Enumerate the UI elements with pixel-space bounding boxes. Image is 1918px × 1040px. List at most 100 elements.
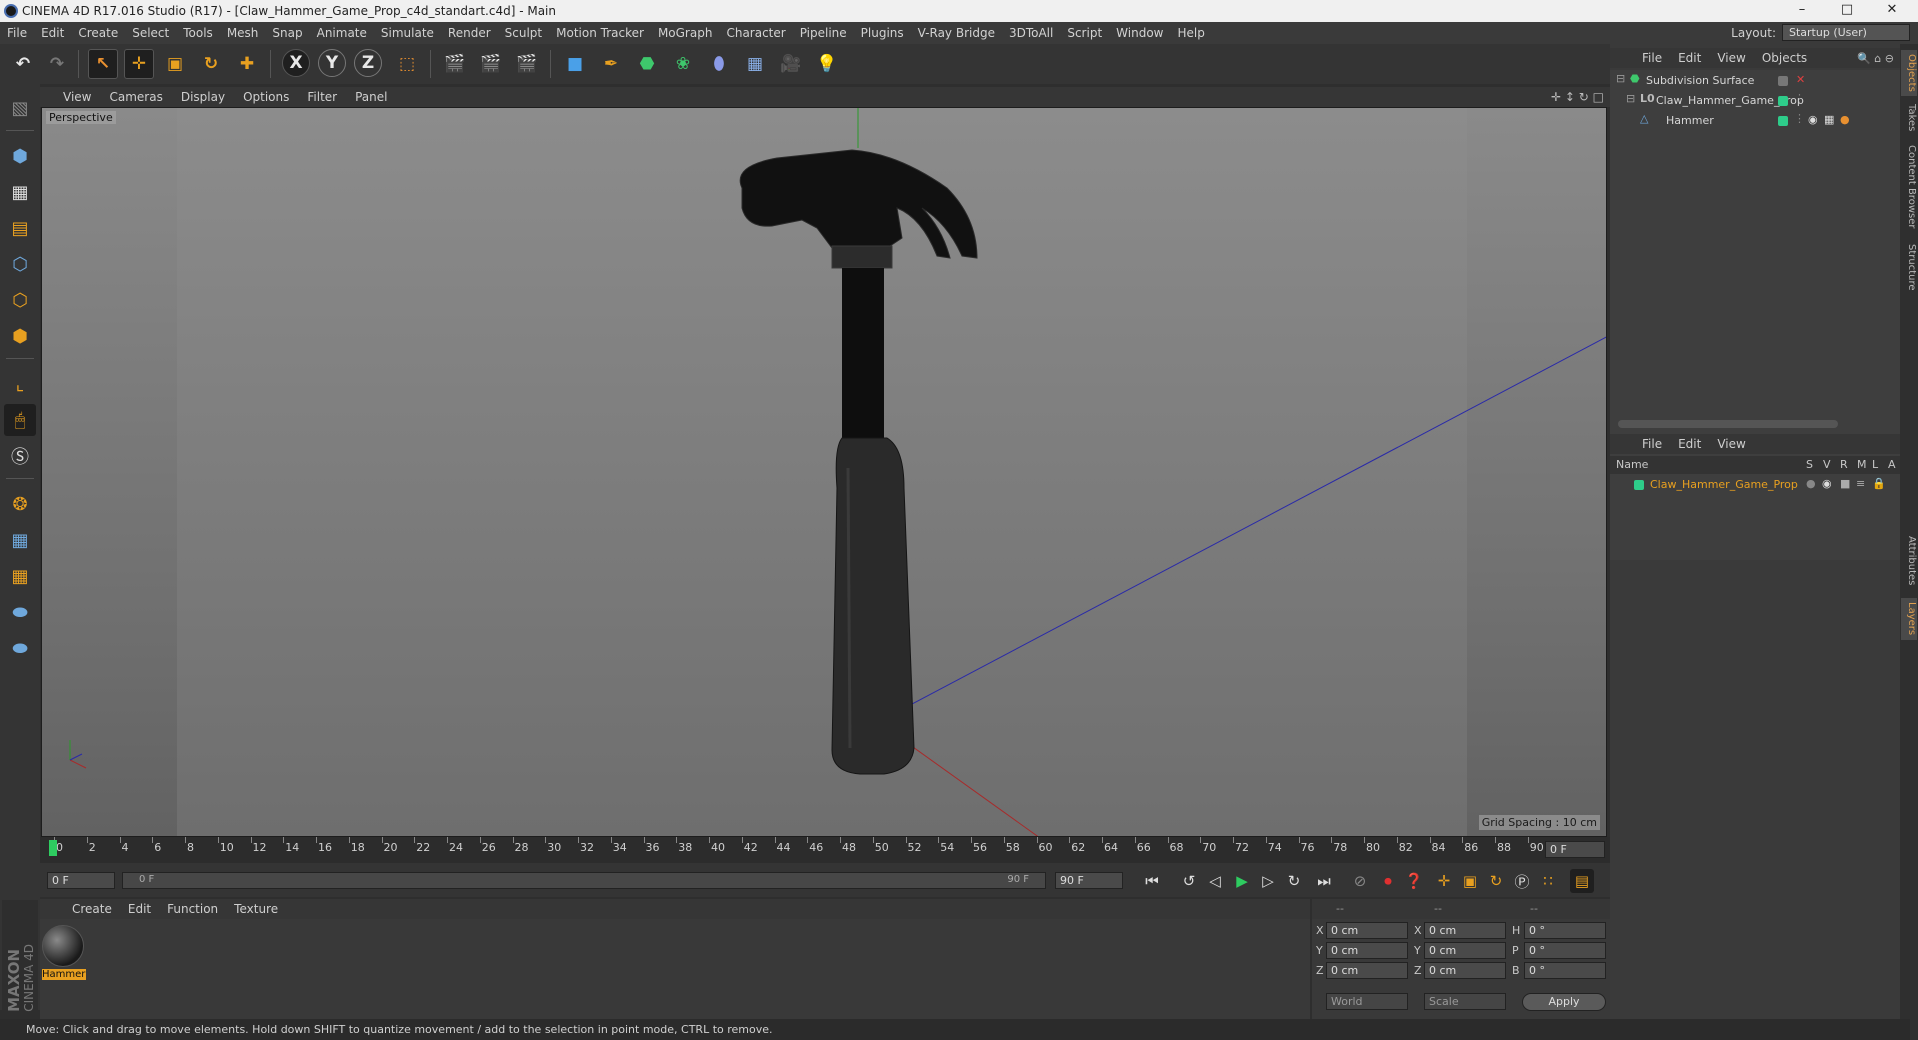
record-keys-icon[interactable]: ⊘ <box>1348 869 1372 893</box>
viewport-menu-filter[interactable]: Filter <box>298 90 346 104</box>
viewport-menu-panel[interactable]: Panel <box>346 90 396 104</box>
points-mode-icon[interactable]: ⬡ <box>4 248 36 280</box>
tab-structure[interactable]: Structure <box>1901 238 1917 296</box>
floor-icon[interactable]: ▦ <box>740 49 770 79</box>
end-frame-field[interactable]: 90 F <box>1055 872 1123 889</box>
material-menu-function[interactable]: Function <box>159 902 226 916</box>
key-pla-icon[interactable]: ∷ <box>1536 869 1560 893</box>
make-editable-icon[interactable]: ▧ <box>4 92 36 124</box>
menu-render[interactable]: Render <box>441 26 498 40</box>
visibility-dots-icon[interactable]: ⋮ <box>1794 112 1805 125</box>
material-tag-icon[interactable]: ● <box>1840 113 1850 126</box>
menu-vray-bridge[interactable]: V-Ray Bridge <box>911 26 1002 40</box>
viewport-menu-options[interactable]: Options <box>234 90 298 104</box>
texture-tag-icon[interactable]: ▦ <box>1824 113 1834 126</box>
menu-sculpt[interactable]: Sculpt <box>498 26 549 40</box>
menu-tools[interactable]: Tools <box>176 26 220 40</box>
minimize-button[interactable]: – <box>1782 0 1822 22</box>
object-row-subdivision-surface[interactable]: ⊟ ⬣ Subdivision Surface ✕ <box>1610 72 1900 90</box>
move-tool-icon[interactable]: ✛ <box>124 49 154 79</box>
coordinate-system-icon[interactable]: ⬚ <box>392 49 422 79</box>
timeline-ruler[interactable]: 0 2 4 6 8 10 12 14 16 18 20 22 24 26 28 30 32 34 36 38 40 42 4… <box>40 837 1610 863</box>
subdivision-surface-icon[interactable]: ⬣ <box>632 49 662 79</box>
menu-mesh[interactable]: Mesh <box>220 26 266 40</box>
tab-objects[interactable]: Objects <box>1901 50 1917 96</box>
frame-range-slider[interactable]: 0 F 90 F <box>122 872 1046 889</box>
material-menu-create[interactable]: Create <box>64 902 120 916</box>
key-position-icon[interactable]: ✛ <box>1432 869 1456 893</box>
menu-edit[interactable]: Edit <box>34 26 71 40</box>
z-axis-lock-icon[interactable]: Z <box>354 49 382 77</box>
viewport-menu-cameras[interactable]: Cameras <box>100 90 171 104</box>
rotate-tool-icon[interactable]: ↻ <box>196 49 226 79</box>
python-console-icon[interactable]: ⬬ <box>4 632 36 664</box>
key-scale-icon[interactable]: ▣ <box>1458 869 1482 893</box>
camera-icon[interactable]: 🎥 <box>776 49 806 79</box>
menu-pipeline[interactable]: Pipeline <box>793 26 854 40</box>
tab-content-browser[interactable]: Content Browser <box>1901 142 1917 232</box>
layer-color-icon[interactable] <box>1634 480 1644 490</box>
start-frame-field[interactable]: 0 F <box>47 872 115 889</box>
python-script-icon[interactable]: ⬬ <box>4 596 36 628</box>
y-axis-lock-icon[interactable]: Y <box>318 49 346 77</box>
visibility-dots-icon[interactable]: ⋮ <box>1794 92 1805 105</box>
transform-tool-icon[interactable]: ✚ <box>232 49 262 79</box>
layout-dropdown[interactable]: Startup (User) <box>1782 24 1910 41</box>
timeline-settings-icon[interactable]: ▤ <box>1570 869 1594 893</box>
live-selection-icon[interactable]: ↖ <box>88 49 118 79</box>
rotation-p-field[interactable]: 0 ° <box>1524 942 1606 959</box>
object-name[interactable]: Hammer <box>1666 114 1714 127</box>
redo-icon[interactable]: ↷ <box>42 49 72 79</box>
autokey-icon[interactable]: ⏺ <box>1376 869 1400 893</box>
object-menu-view[interactable]: View <box>1709 51 1753 65</box>
expand-icon[interactable]: ⊟ <box>1626 92 1635 105</box>
tweak-mode-icon[interactable]: 🖱 <box>4 404 36 436</box>
viewport-menu-view[interactable]: View <box>54 90 100 104</box>
layer-row[interactable]: Claw_Hammer_Game_Prop ● ◉ ■ ≡ 🔒 <box>1610 476 1900 494</box>
position-z-field[interactable]: 0 cm <box>1326 962 1408 979</box>
layer-menu-view[interactable]: View <box>1709 437 1753 451</box>
previous-frame-icon[interactable]: ◁ <box>1203 869 1227 893</box>
phong-tag-icon[interactable]: ◉ <box>1808 113 1818 126</box>
light-icon[interactable]: 💡 <box>812 49 842 79</box>
layer-manager-icon[interactable]: ≡ <box>1856 477 1865 490</box>
layer-render-icon[interactable]: ■ <box>1840 477 1850 490</box>
object-row-claw-hammer[interactable]: ⊟ L0 Claw_Hammer_Game_Prop ⋮ <box>1610 92 1900 110</box>
coordinate-mode-dropdown[interactable]: World <box>1326 993 1408 1010</box>
go-to-start-icon[interactable]: ⏮ <box>1140 869 1164 893</box>
viewport-menu-display[interactable]: Display <box>172 90 234 104</box>
render-view-icon[interactable]: 🎬 <box>440 49 470 79</box>
current-frame-field[interactable]: 0 F <box>1545 841 1605 858</box>
apply-button[interactable]: Apply <box>1522 993 1606 1011</box>
menu-simulate[interactable]: Simulate <box>374 26 441 40</box>
menu-animate[interactable]: Animate <box>310 26 374 40</box>
menu-mograph[interactable]: MoGraph <box>651 26 720 40</box>
size-z-field[interactable]: 0 cm <box>1424 962 1506 979</box>
model-mode-icon[interactable]: ⬢ <box>4 140 36 172</box>
layer-name[interactable]: Claw_Hammer_Game_Prop <box>1650 478 1798 491</box>
render-settings-icon[interactable]: 🎬 <box>512 49 542 79</box>
size-mode-dropdown[interactable]: Scale <box>1424 993 1506 1010</box>
menu-plugins[interactable]: Plugins <box>854 26 911 40</box>
previous-key-icon[interactable]: ↺ <box>1177 869 1201 893</box>
tab-takes[interactable]: Takes <box>1901 100 1917 136</box>
position-y-field[interactable]: 0 cm <box>1326 942 1408 959</box>
object-row-hammer[interactable]: △ Hammer ⋮ ◉ ▦ ● <box>1610 112 1900 130</box>
solo-mode-icon[interactable]: Ⓢ <box>4 440 36 472</box>
menu-help[interactable]: Help <box>1170 26 1211 40</box>
scale-tool-icon[interactable]: ▣ <box>160 49 190 79</box>
tab-attributes[interactable]: Attributes <box>1901 530 1917 592</box>
object-horizontal-scrollbar[interactable] <box>1618 420 1838 428</box>
x-axis-lock-icon[interactable]: X <box>282 49 310 77</box>
close-button[interactable]: ✕ <box>1872 0 1912 22</box>
next-frame-icon[interactable]: ▷ <box>1256 869 1280 893</box>
texture-mode-icon[interactable]: ▦ <box>4 176 36 208</box>
viewport-nav-icons[interactable]: ✛ ↕ ↻ □ <box>1551 90 1604 104</box>
menu-file[interactable]: File <box>0 26 34 40</box>
layer-menu-edit[interactable]: Edit <box>1670 437 1709 451</box>
position-x-field[interactable]: 0 cm <box>1326 922 1408 939</box>
key-parameter-icon[interactable]: Ⓟ <box>1510 869 1534 893</box>
snap-icon[interactable]: ❂ <box>4 488 36 520</box>
object-menu-file[interactable]: File <box>1634 51 1670 65</box>
polygons-mode-icon[interactable]: ⬢ <box>4 320 36 352</box>
